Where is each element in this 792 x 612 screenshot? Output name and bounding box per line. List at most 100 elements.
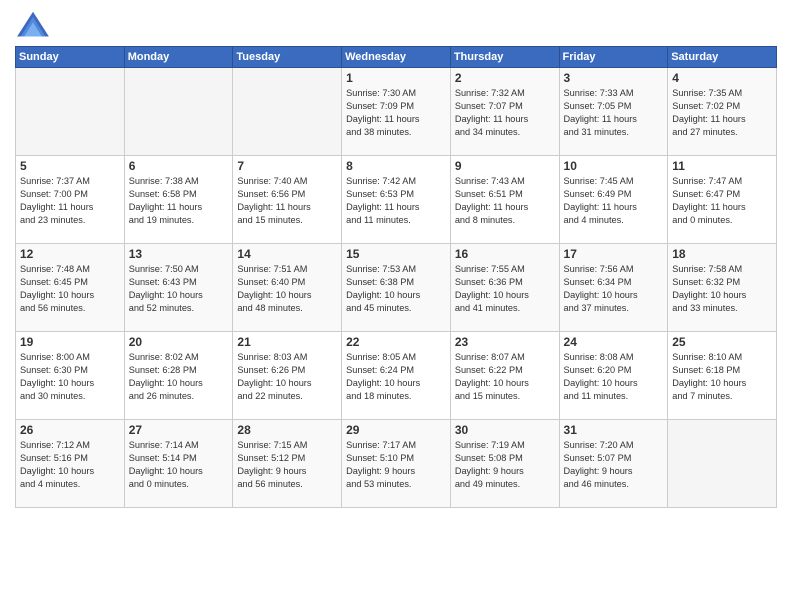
day-info: Sunrise: 7:32 AM Sunset: 7:07 PM Dayligh… — [455, 87, 555, 139]
calendar-cell: 10Sunrise: 7:45 AM Sunset: 6:49 PM Dayli… — [559, 156, 668, 244]
day-info: Sunrise: 7:51 AM Sunset: 6:40 PM Dayligh… — [237, 263, 337, 315]
calendar-cell: 25 Sunrise: 8:10 AM Sunset: 6:18 PM Dayli… — [668, 332, 777, 420]
day-number: 12 — [20, 247, 120, 261]
day-info: Sunrise: 8:10 AM Sunset: 6:18 PM Dayligh… — [672, 351, 772, 403]
day-number: 2 — [455, 71, 555, 85]
day-number: 18 — [672, 247, 772, 261]
calendar-cell: 9 Sunrise: 7:43 AM Sunset: 6:51 PM Daylig… — [450, 156, 559, 244]
day-info: Sunrise: 7:53 AM Sunset: 6:38 PM Dayligh… — [346, 263, 446, 315]
day-info: Sunrise: 7:47 AM Sunset: 6:47 PM Dayligh… — [672, 175, 772, 227]
calendar-cell: 28 Sunrise: 7:15 AM Sunset: 5:12 PM Dayli… — [233, 420, 342, 508]
calendar-cell: 23 Sunrise: 8:07 AM Sunset: 6:22 PM Dayli… — [450, 332, 559, 420]
calendar-cell: 21 Sunrise: 8:03 AM Sunset: 6:26 PM Dayli… — [233, 332, 342, 420]
weekday-header: Saturday — [668, 47, 777, 68]
calendar-cell: 13 Sunrise: 7:50 AM Sunset: 6:43 PM Dayli… — [124, 244, 233, 332]
day-number: 23 — [455, 335, 555, 349]
weekday-header: Tuesday — [233, 47, 342, 68]
calendar-cell: 8 Sunrise: 7:42 AM Sunset: 6:53 PM Daylig… — [342, 156, 451, 244]
calendar-week-row: 1Sunrise: 7:30 AM Sunset: 7:09 PM Daylig… — [16, 68, 777, 156]
day-number: 15 — [346, 247, 446, 261]
calendar-cell: 15 Sunrise: 7:53 AM Sunset: 6:38 PM Dayli… — [342, 244, 451, 332]
calendar-cell: 17 Sunrise: 7:56 AM Sunset: 6:34 PM Dayli… — [559, 244, 668, 332]
day-number: 29 — [346, 423, 446, 437]
day-number: 31 — [564, 423, 664, 437]
day-info: Sunrise: 7:42 AM Sunset: 6:53 PM Dayligh… — [346, 175, 446, 227]
day-number: 24 — [564, 335, 664, 349]
day-info: Sunrise: 8:07 AM Sunset: 6:22 PM Dayligh… — [455, 351, 555, 403]
day-number: 1 — [346, 71, 446, 85]
day-number: 6 — [129, 159, 229, 173]
day-info: Sunrise: 7:15 AM Sunset: 5:12 PM Dayligh… — [237, 439, 337, 491]
day-number: 21 — [237, 335, 337, 349]
weekday-header-row: SundayMondayTuesdayWednesdayThursdayFrid… — [16, 47, 777, 68]
page-container: SundayMondayTuesdayWednesdayThursdayFrid… — [0, 0, 792, 513]
day-info: Sunrise: 7:43 AM Sunset: 6:51 PM Dayligh… — [455, 175, 555, 227]
day-number: 13 — [129, 247, 229, 261]
calendar-cell — [16, 68, 125, 156]
weekday-header: Friday — [559, 47, 668, 68]
day-number: 7 — [237, 159, 337, 173]
calendar-cell: 22 Sunrise: 8:05 AM Sunset: 6:24 PM Dayli… — [342, 332, 451, 420]
calendar-cell: 12 Sunrise: 7:48 AM Sunset: 6:45 PM Dayli… — [16, 244, 125, 332]
calendar-cell: 20Sunrise: 8:02 AM Sunset: 6:28 PM Dayli… — [124, 332, 233, 420]
day-number: 30 — [455, 423, 555, 437]
calendar-cell: 14 Sunrise: 7:51 AM Sunset: 6:40 PM Dayli… — [233, 244, 342, 332]
calendar-week-row: 5Sunrise: 7:37 AM Sunset: 7:00 PM Daylig… — [16, 156, 777, 244]
weekday-header: Thursday — [450, 47, 559, 68]
day-info: Sunrise: 7:20 AM Sunset: 5:07 PM Dayligh… — [564, 439, 664, 491]
day-number: 8 — [346, 159, 446, 173]
day-number: 5 — [20, 159, 120, 173]
day-number: 9 — [455, 159, 555, 173]
calendar-cell: 16 Sunrise: 7:55 AM Sunset: 6:36 PM Dayli… — [450, 244, 559, 332]
calendar-cell — [233, 68, 342, 156]
day-info: Sunrise: 7:38 AM Sunset: 6:58 PM Dayligh… — [129, 175, 229, 227]
day-info: Sunrise: 7:33 AM Sunset: 7:05 PM Dayligh… — [564, 87, 664, 139]
calendar-cell: 31 Sunrise: 7:20 AM Sunset: 5:07 PM Dayli… — [559, 420, 668, 508]
day-info: Sunrise: 8:05 AM Sunset: 6:24 PM Dayligh… — [346, 351, 446, 403]
day-info: Sunrise: 8:03 AM Sunset: 6:26 PM Dayligh… — [237, 351, 337, 403]
day-number: 22 — [346, 335, 446, 349]
calendar-cell: 2 Sunrise: 7:32 AM Sunset: 7:07 PM Daylig… — [450, 68, 559, 156]
day-info: Sunrise: 7:50 AM Sunset: 6:43 PM Dayligh… — [129, 263, 229, 315]
logo-icon — [15, 10, 51, 40]
day-number: 27 — [129, 423, 229, 437]
calendar-cell: 19Sunrise: 8:00 AM Sunset: 6:30 PM Dayli… — [16, 332, 125, 420]
day-info: Sunrise: 7:12 AM Sunset: 5:16 PM Dayligh… — [20, 439, 120, 491]
day-info: Sunrise: 7:56 AM Sunset: 6:34 PM Dayligh… — [564, 263, 664, 315]
day-number: 17 — [564, 247, 664, 261]
day-info: Sunrise: 8:08 AM Sunset: 6:20 PM Dayligh… — [564, 351, 664, 403]
calendar-cell: 1Sunrise: 7:30 AM Sunset: 7:09 PM Daylig… — [342, 68, 451, 156]
day-info: Sunrise: 7:14 AM Sunset: 5:14 PM Dayligh… — [129, 439, 229, 491]
day-number: 11 — [672, 159, 772, 173]
calendar-cell: 5Sunrise: 7:37 AM Sunset: 7:00 PM Daylig… — [16, 156, 125, 244]
calendar-cell: 18 Sunrise: 7:58 AM Sunset: 6:32 PM Dayli… — [668, 244, 777, 332]
day-number: 16 — [455, 247, 555, 261]
calendar-cell: 30Sunrise: 7:19 AM Sunset: 5:08 PM Dayli… — [450, 420, 559, 508]
weekday-header: Sunday — [16, 47, 125, 68]
weekday-header: Monday — [124, 47, 233, 68]
day-info: Sunrise: 7:17 AM Sunset: 5:10 PM Dayligh… — [346, 439, 446, 491]
calendar-week-row: 19Sunrise: 8:00 AM Sunset: 6:30 PM Dayli… — [16, 332, 777, 420]
day-number: 14 — [237, 247, 337, 261]
day-info: Sunrise: 7:48 AM Sunset: 6:45 PM Dayligh… — [20, 263, 120, 315]
day-number: 25 — [672, 335, 772, 349]
weekday-header: Wednesday — [342, 47, 451, 68]
calendar-cell: 26 Sunrise: 7:12 AM Sunset: 5:16 PM Dayli… — [16, 420, 125, 508]
calendar-cell — [124, 68, 233, 156]
day-number: 28 — [237, 423, 337, 437]
calendar-cell: 6 Sunrise: 7:38 AM Sunset: 6:58 PM Daylig… — [124, 156, 233, 244]
calendar-cell: 3Sunrise: 7:33 AM Sunset: 7:05 PM Daylig… — [559, 68, 668, 156]
calendar-cell: 24 Sunrise: 8:08 AM Sunset: 6:20 PM Dayli… — [559, 332, 668, 420]
day-number: 26 — [20, 423, 120, 437]
calendar-cell: 29 Sunrise: 7:17 AM Sunset: 5:10 PM Dayli… — [342, 420, 451, 508]
day-info: Sunrise: 7:40 AM Sunset: 6:56 PM Dayligh… — [237, 175, 337, 227]
calendar-cell: 27 Sunrise: 7:14 AM Sunset: 5:14 PM Dayli… — [124, 420, 233, 508]
day-number: 19 — [20, 335, 120, 349]
day-number: 4 — [672, 71, 772, 85]
day-info: Sunrise: 7:58 AM Sunset: 6:32 PM Dayligh… — [672, 263, 772, 315]
day-info: Sunrise: 7:55 AM Sunset: 6:36 PM Dayligh… — [455, 263, 555, 315]
calendar-cell — [668, 420, 777, 508]
day-number: 10 — [564, 159, 664, 173]
calendar-cell: 4Sunrise: 7:35 AM Sunset: 7:02 PM Daylig… — [668, 68, 777, 156]
day-number: 20 — [129, 335, 229, 349]
